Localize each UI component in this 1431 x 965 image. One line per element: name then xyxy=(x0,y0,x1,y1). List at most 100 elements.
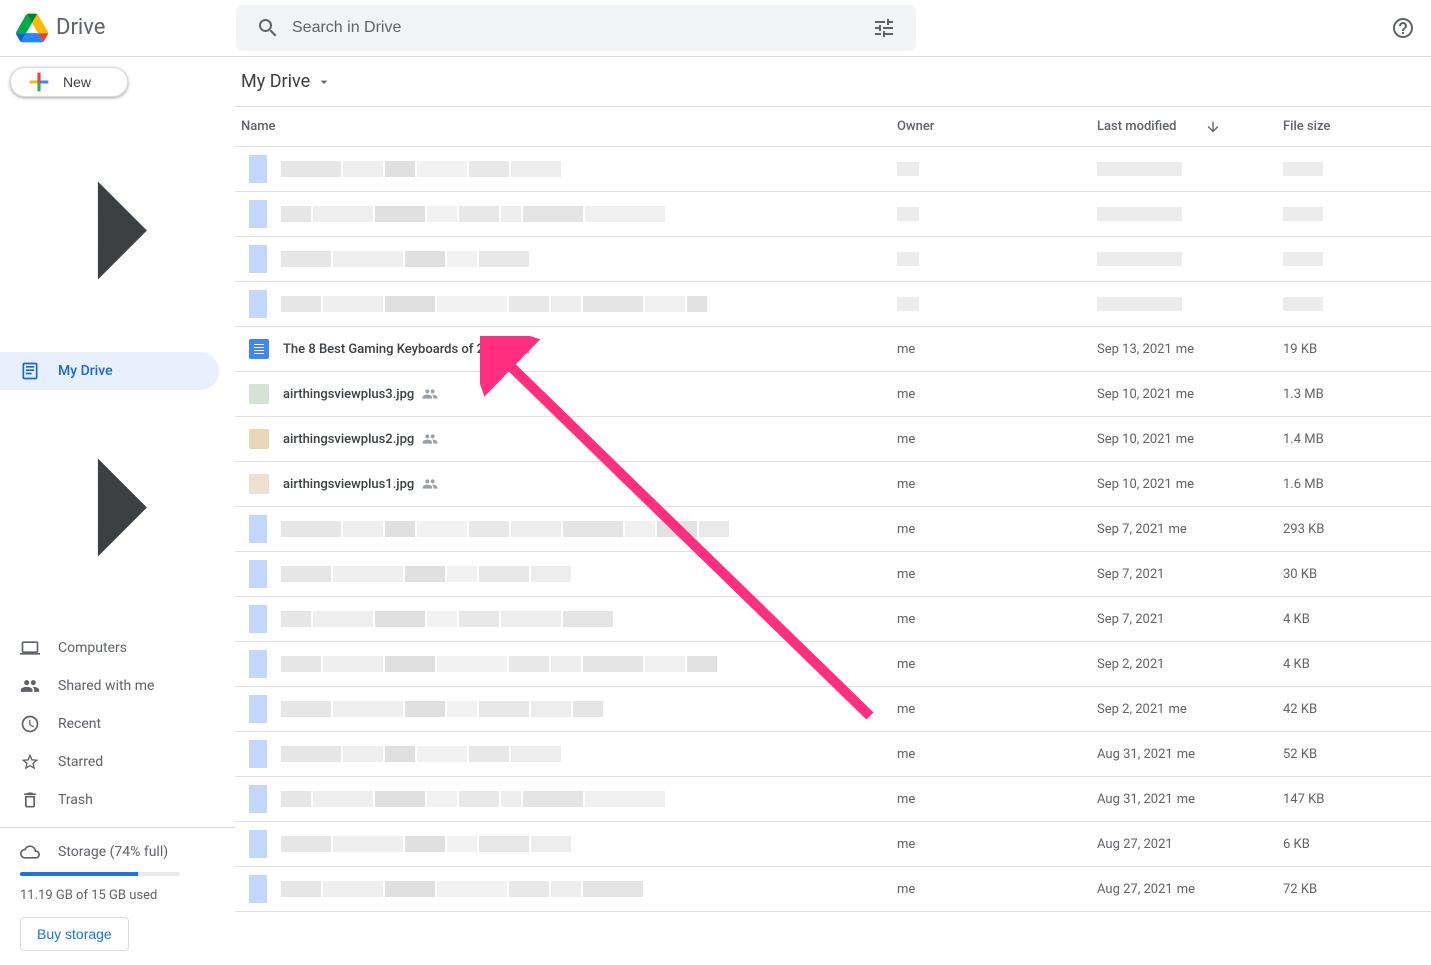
storage-row[interactable]: Storage (74% full) xyxy=(20,842,215,862)
chevron-right-icon xyxy=(0,390,235,625)
sidebar-item-recent[interactable]: Recent xyxy=(0,705,219,743)
recent-icon xyxy=(20,714,40,734)
file-size: 42 KB xyxy=(1283,702,1425,717)
col-modified-header[interactable]: Last modified xyxy=(1097,119,1283,135)
file-name-redacted xyxy=(281,611,897,627)
file-size xyxy=(1283,162,1425,176)
new-button[interactable]: New xyxy=(10,67,128,97)
file-name-redacted xyxy=(281,881,897,897)
shared-icon xyxy=(514,341,530,357)
file-owner: me xyxy=(897,747,1097,762)
file-name-redacted xyxy=(281,836,897,852)
image-icon xyxy=(249,474,269,494)
file-size: 293 KB xyxy=(1283,522,1425,537)
file-row[interactable] xyxy=(235,192,1431,237)
sidebar-item-trash[interactable]: Trash xyxy=(0,781,219,819)
search-icon xyxy=(256,16,280,40)
search-options-icon[interactable] xyxy=(872,16,896,40)
header: Drive xyxy=(0,0,1431,56)
cloud-icon xyxy=(20,842,40,862)
sidebar-item-starred[interactable]: Starred xyxy=(0,743,219,781)
file-row[interactable]: meSep 2, 2021me42 KB xyxy=(235,687,1431,732)
file-modified: Sep 10, 2021me xyxy=(1097,477,1283,492)
file-row[interactable]: meSep 2, 20214 KB xyxy=(235,642,1431,687)
file-icon-redacted xyxy=(249,605,267,633)
file-name-redacted xyxy=(281,296,897,312)
table-header: Name Owner Last modified File size xyxy=(235,107,1431,147)
file-size: 30 KB xyxy=(1283,567,1425,582)
buy-storage-button[interactable]: Buy storage xyxy=(20,917,129,951)
doc-icon xyxy=(249,339,269,359)
col-name-header[interactable]: Name xyxy=(241,119,897,134)
file-row[interactable]: meSep 7, 20214 KB xyxy=(235,597,1431,642)
file-icon-redacted xyxy=(249,515,267,543)
file-row[interactable]: meAug 27, 20216 KB xyxy=(235,822,1431,867)
help-icon[interactable] xyxy=(1391,16,1415,40)
file-icon-redacted xyxy=(249,695,267,723)
file-row[interactable] xyxy=(235,282,1431,327)
sidebar-item-my-drive[interactable]: My Drive xyxy=(0,352,219,390)
app-name: Drive xyxy=(56,15,105,40)
drive-logo-icon xyxy=(16,12,48,44)
file-size: 52 KB xyxy=(1283,747,1425,762)
new-button-label: New xyxy=(63,74,91,90)
shared-icon xyxy=(422,431,438,447)
file-icon-redacted xyxy=(249,155,267,183)
file-row[interactable]: airthingsviewplus1.jpgmeSep 10, 2021me1.… xyxy=(235,462,1431,507)
sidebar-item-computers[interactable]: Computers xyxy=(0,629,219,667)
file-row[interactable]: airthingsviewplus3.jpgmeSep 10, 2021me1.… xyxy=(235,372,1431,417)
file-size: 72 KB xyxy=(1283,882,1425,897)
file-row[interactable]: meSep 7, 2021me293 KB xyxy=(235,507,1431,552)
file-name-redacted xyxy=(281,161,897,177)
file-modified: Aug 31, 2021me xyxy=(1097,747,1283,762)
file-name: airthingsviewplus3.jpg xyxy=(283,386,897,402)
file-name: The 8 Best Gaming Keyboards of 2021 xyxy=(283,341,897,357)
computers-icon xyxy=(20,638,40,658)
logo-area[interactable]: Drive xyxy=(16,12,236,44)
file-icon-redacted xyxy=(249,290,267,318)
file-row[interactable] xyxy=(235,147,1431,192)
file-modified: Aug 27, 2021me xyxy=(1097,882,1283,897)
sidebar-item-label: Trash xyxy=(58,792,93,808)
file-owner xyxy=(897,207,1097,221)
file-row[interactable]: The 8 Best Gaming Keyboards of 2021meSep… xyxy=(235,327,1431,372)
col-owner-header[interactable]: Owner xyxy=(897,119,1097,134)
file-size xyxy=(1283,297,1425,311)
file-size: 6 KB xyxy=(1283,837,1425,852)
file-icon-redacted xyxy=(249,245,267,273)
file-name: airthingsviewplus1.jpg xyxy=(283,476,897,492)
file-name-redacted xyxy=(281,656,897,672)
file-row[interactable]: meAug 31, 2021me147 KB xyxy=(235,777,1431,822)
file-owner: me xyxy=(897,567,1097,582)
file-owner: me xyxy=(897,837,1097,852)
search-input[interactable] xyxy=(292,19,860,37)
file-icon-redacted xyxy=(249,200,267,228)
file-row[interactable]: meSep 7, 202130 KB xyxy=(235,552,1431,597)
file-icon-redacted xyxy=(249,560,267,588)
file-row[interactable]: meAug 27, 2021me72 KB xyxy=(235,867,1431,912)
col-size-header[interactable]: File size xyxy=(1283,119,1425,134)
file-owner: me xyxy=(897,882,1097,897)
image-icon xyxy=(249,384,269,404)
chevron-right-icon xyxy=(0,113,235,348)
plus-icon xyxy=(25,68,53,96)
file-name-redacted xyxy=(281,791,897,807)
starred-icon xyxy=(20,752,40,772)
file-size: 1.4 MB xyxy=(1283,432,1425,447)
file-owner: me xyxy=(897,432,1097,447)
image-icon xyxy=(249,429,269,449)
file-owner xyxy=(897,252,1097,266)
file-name-redacted xyxy=(281,251,897,267)
search-bar[interactable] xyxy=(236,5,916,51)
file-owner xyxy=(897,162,1097,176)
sidebar-item-shared[interactable]: Shared with me xyxy=(0,667,219,705)
file-row[interactable]: airthingsviewplus2.jpgmeSep 10, 2021me1.… xyxy=(235,417,1431,462)
file-owner: me xyxy=(897,342,1097,357)
file-icon-redacted xyxy=(249,830,267,858)
sidebar-item-label: Computers xyxy=(58,640,127,656)
breadcrumb[interactable]: My Drive xyxy=(235,57,1431,106)
file-name-redacted xyxy=(281,521,897,537)
file-row[interactable] xyxy=(235,237,1431,282)
file-row[interactable]: meAug 31, 2021me52 KB xyxy=(235,732,1431,777)
file-modified: Sep 13, 2021me xyxy=(1097,342,1283,357)
